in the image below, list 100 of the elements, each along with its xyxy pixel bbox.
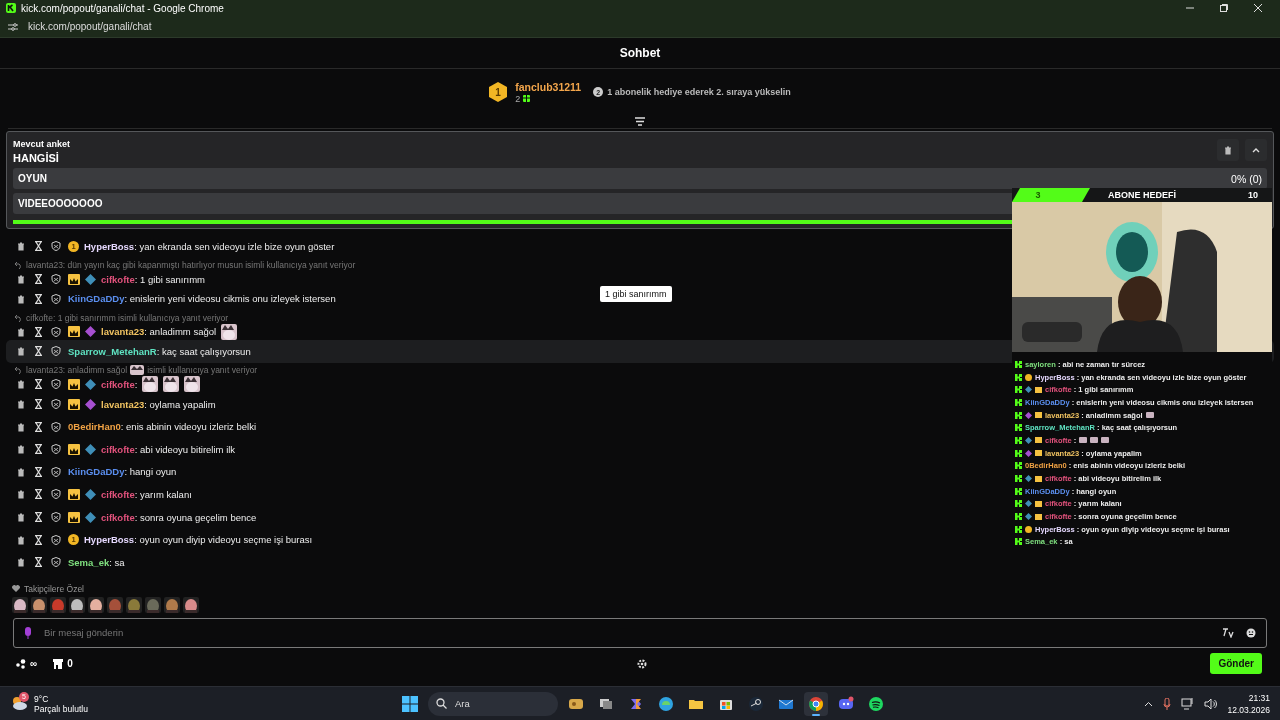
delete-icon[interactable]	[16, 379, 26, 390]
emoji-icon[interactable]	[1246, 627, 1256, 638]
chat-message: cifkofte: yarım kalanı	[101, 488, 192, 500]
gem-badge-icon	[1025, 386, 1032, 394]
goal-target: 10	[1248, 190, 1258, 200]
microphone-icon[interactable]	[1163, 697, 1172, 710]
temperature: 9°C	[34, 693, 50, 704]
emote-icon[interactable]	[164, 596, 180, 613]
settings-icon[interactable]	[636, 658, 647, 669]
timeout-icon[interactable]	[34, 379, 43, 390]
timeout-icon[interactable]	[34, 512, 43, 523]
ban-icon[interactable]	[51, 512, 61, 523]
scroll-down-icon[interactable]	[634, 116, 646, 127]
address-bar[interactable]: kick.com/popout/ganali/chat	[28, 21, 152, 32]
ban-icon[interactable]	[51, 274, 61, 285]
delete-icon[interactable]	[16, 534, 26, 545]
ban-icon[interactable]	[51, 534, 61, 545]
delete-icon[interactable]	[16, 274, 26, 285]
kick-logo-icon	[1015, 424, 1022, 432]
delete-icon[interactable]	[16, 293, 26, 304]
delete-icon[interactable]	[16, 512, 26, 523]
chat-title: Sohbet	[0, 38, 1280, 69]
timeout-icon[interactable]	[34, 293, 43, 304]
chat-message: cifkofte: abi videoyu bitirelim ilk	[101, 443, 236, 455]
timeout-icon[interactable]	[34, 241, 43, 252]
kick-logo-icon	[1015, 487, 1022, 495]
leaderboard-user[interactable]: fanclub31211	[515, 80, 582, 93]
message-composer[interactable]: Bir mesaj gönderin	[13, 617, 1267, 648]
translate-icon[interactable]	[1223, 627, 1234, 638]
reply-context: lavanta23: dün yayın kaç gibi kapanmıştı hatırlıyor musun isimli kullanıcıya yanıt veriyor	[26, 260, 356, 271]
ban-icon[interactable]	[51, 379, 61, 390]
gem-badge-icon	[85, 378, 96, 390]
store-balance: 0	[67, 658, 73, 670]
delete-icon[interactable]	[16, 346, 26, 357]
delete-icon[interactable]	[16, 444, 26, 455]
ban-icon[interactable]	[51, 557, 61, 568]
delete-icon[interactable]	[16, 421, 26, 432]
timeout-icon[interactable]	[34, 274, 43, 285]
ban-icon[interactable]	[51, 444, 61, 455]
network-icon[interactable]	[1181, 697, 1195, 710]
rank-badge-icon	[1025, 525, 1032, 533]
timeout-icon[interactable]	[34, 534, 43, 545]
delete-icon[interactable]	[16, 241, 26, 252]
microphone-icon[interactable]	[24, 626, 32, 639]
chat-message: cifkofte: sonra oyuna geçelim bence	[101, 511, 257, 523]
emote-icon[interactable]	[126, 596, 142, 613]
volume-icon[interactable]	[1204, 697, 1218, 710]
message-field[interactable]: Bir mesaj gönderin	[42, 626, 1213, 640]
close-icon[interactable]	[1254, 4, 1262, 12]
collapse-button[interactable]	[1245, 139, 1267, 161]
delete-icon[interactable]	[16, 399, 26, 410]
delete-button[interactable]	[1217, 139, 1239, 161]
poll-option[interactable]: OYUN 0% (0)	[13, 168, 1267, 189]
ban-icon[interactable]	[51, 346, 61, 357]
minimize-icon[interactable]	[1186, 4, 1194, 12]
restore-icon[interactable]	[1220, 4, 1228, 12]
emote-icon[interactable]	[88, 596, 104, 613]
ban-icon[interactable]	[51, 399, 61, 410]
timeout-icon[interactable]	[34, 399, 43, 410]
kick-logo-icon	[1015, 373, 1022, 381]
ban-icon[interactable]	[51, 241, 61, 252]
clock-time[interactable]: 21:31	[1248, 692, 1270, 703]
ban-icon[interactable]	[51, 326, 61, 337]
chevron-up-icon[interactable]	[1144, 700, 1154, 707]
trash-icon[interactable]	[1223, 145, 1233, 155]
reply-icon	[14, 313, 23, 322]
timeout-icon[interactable]	[34, 444, 43, 455]
delete-icon[interactable]	[16, 489, 26, 500]
ban-icon[interactable]	[51, 421, 61, 432]
delete-icon[interactable]	[16, 326, 26, 337]
gem-badge-icon	[85, 326, 96, 338]
timeout-icon[interactable]	[34, 421, 43, 432]
timeout-icon[interactable]	[34, 489, 43, 500]
ban-icon[interactable]	[51, 293, 61, 304]
timeout-icon[interactable]	[34, 466, 43, 477]
goal-label: ABONE HEDEFİ	[1108, 190, 1176, 200]
store-icon[interactable]	[53, 658, 64, 669]
delete-icon[interactable]	[16, 557, 26, 568]
points-balance: ∞	[30, 658, 38, 670]
reply-context: lavanta23: anladimm sağol	[26, 365, 128, 376]
ban-icon[interactable]	[51, 466, 61, 477]
timeout-icon[interactable]	[34, 326, 43, 337]
emote-icon[interactable]	[69, 596, 85, 613]
search-icon	[436, 698, 447, 709]
kick-logo-icon	[6, 3, 16, 13]
emote-icon[interactable]	[183, 596, 199, 613]
send-button[interactable]: Gönder	[1210, 653, 1262, 675]
chrome-icon[interactable]	[804, 691, 828, 716]
crown-badge-icon	[68, 488, 80, 500]
rank-badge-icon	[1025, 373, 1032, 381]
timeout-icon[interactable]	[34, 557, 43, 568]
clock-date[interactable]: 12.03.2026	[1227, 704, 1270, 715]
delete-icon[interactable]	[16, 466, 26, 477]
ban-icon[interactable]	[51, 489, 61, 500]
site-settings-icon[interactable]	[8, 21, 18, 32]
reply-context: isimli kullanıcıya yanıt veriyor	[147, 365, 258, 376]
emote-icon[interactable]	[31, 596, 47, 613]
search-field[interactable]: Ara	[428, 691, 558, 716]
timeout-icon[interactable]	[34, 346, 43, 357]
emote-icon[interactable]	[12, 596, 28, 613]
